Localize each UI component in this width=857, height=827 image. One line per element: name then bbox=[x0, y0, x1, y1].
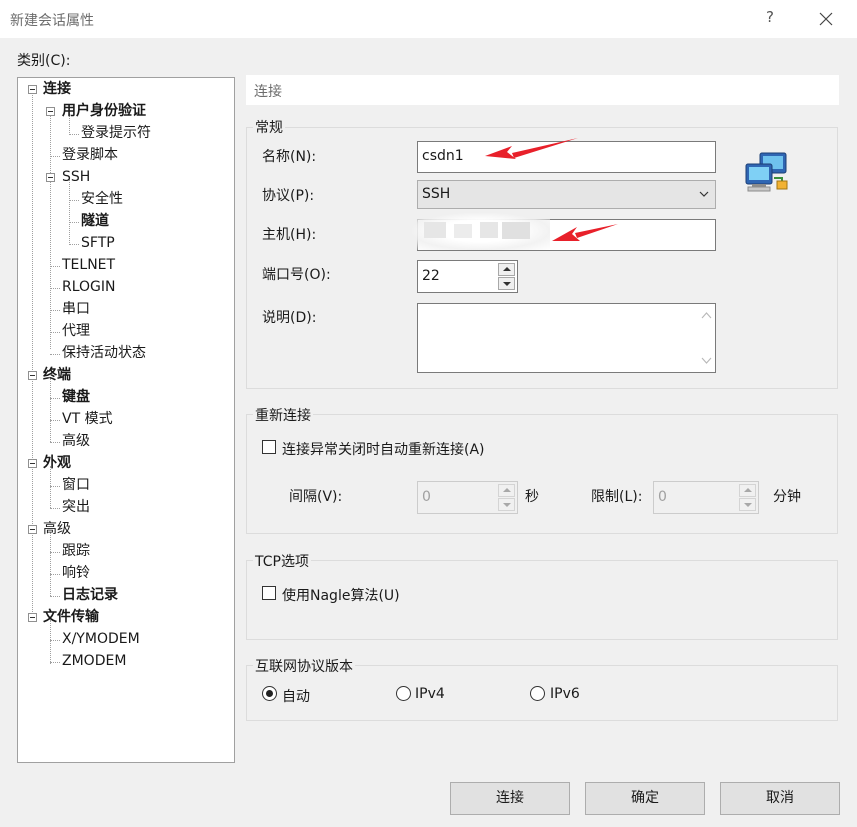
annotation-arrow-icon bbox=[512, 138, 578, 158]
annotation-arrow-icon bbox=[485, 146, 516, 159]
annotation-arrow-icon bbox=[575, 224, 618, 238]
annotation-arrows bbox=[485, 138, 618, 241]
